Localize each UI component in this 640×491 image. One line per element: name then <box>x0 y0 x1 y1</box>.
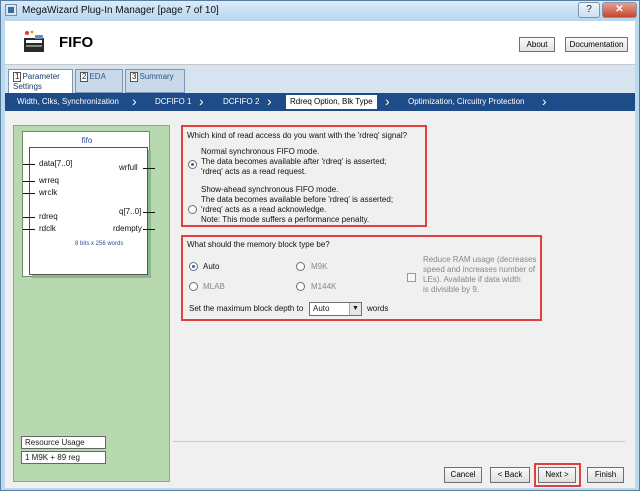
fifo-symbol: fifo data[7..0] wrreq wrclk rdreq rdclk … <box>22 131 155 278</box>
chevron-down-icon: ▼ <box>349 303 361 315</box>
tab-eda[interactable]: 2 EDA <box>75 69 123 93</box>
reduce-ram-line4: is divisible by 9. <box>423 285 480 294</box>
chevron-right-icon: › <box>542 93 547 109</box>
reduce-ram-line3: LEs). Available if data width <box>423 275 521 284</box>
memory-block-section: What should the memory block type be? Au… <box>181 235 542 321</box>
cancel-button[interactable]: Cancel <box>444 467 482 483</box>
normal-mode-line3: 'rdreq' acts as a read request. <box>201 167 307 176</box>
normal-mode-line2: The data becomes available after 'rdreq'… <box>201 157 387 166</box>
block-m9k-label: M9K <box>311 262 328 271</box>
pin-rdempty: rdempty <box>113 224 142 233</box>
block-auto-radio[interactable] <box>189 262 198 271</box>
resource-usage-label: Resource Usage <box>21 436 106 449</box>
next-button[interactable]: Next > <box>538 467 576 483</box>
show-ahead-line2: The data becomes available before 'rdreq… <box>201 195 394 204</box>
chevron-right-icon: › <box>132 93 137 109</box>
show-ahead-line4: Note: This mode suffers a performance pe… <box>201 215 370 224</box>
step-optimization[interactable]: Optimization, Circuitry Protection <box>408 93 524 111</box>
reduce-ram-line1: Reduce RAM usage (decreases <box>423 255 537 264</box>
depth-select[interactable]: Auto ▼ <box>309 302 362 316</box>
chevron-right-icon: › <box>385 93 390 109</box>
pin-rdclk: rdclk <box>39 224 56 233</box>
block-mlab-label: MLAB <box>203 282 225 291</box>
help-button[interactable]: ? <box>578 2 600 18</box>
tab-parameter-settings[interactable]: 1 Parameter Settings <box>8 69 73 94</box>
pin-q: q[7..0] <box>119 207 142 216</box>
block-m9k-radio[interactable] <box>296 262 305 271</box>
about-button[interactable]: About <box>519 37 555 52</box>
step-rdreq-option[interactable]: Rdreq Option, Blk Type <box>286 95 377 109</box>
symbol-name: fifo <box>81 136 93 145</box>
window-title: MegaWizard Plug-In Manager [page 7 of 10… <box>22 5 219 16</box>
pin-data: data[7..0] <box>39 159 73 168</box>
read-access-section: Which kind of read access do you want wi… <box>181 125 427 227</box>
fifo-icon <box>24 30 44 52</box>
page-title: FIFO <box>59 34 94 51</box>
app-icon <box>5 4 17 16</box>
normal-mode-line1: Normal synchronous FIFO mode. <box>201 147 320 156</box>
depth-unit: words <box>367 304 389 313</box>
symbol-panel: fifo data[7..0] wrreq wrclk rdreq rdclk … <box>13 125 170 482</box>
block-mlab-radio[interactable] <box>189 282 198 291</box>
read-access-question: Which kind of read access do you want wi… <box>187 131 408 140</box>
step-nav: Width, Clks, Synchronization › DCFIFO 1 … <box>5 93 635 111</box>
symbol-note: 8 bits x 256 words <box>75 241 124 247</box>
step-dcfifo-1[interactable]: DCFIFO 1 <box>155 93 191 111</box>
step-dcfifo-2[interactable]: DCFIFO 2 <box>223 93 259 111</box>
resource-usage-value: 1 M9K + 89 reg <box>21 451 106 464</box>
symbol-body: data[7..0] wrreq wrclk rdreq rdclk wrful… <box>23 147 155 275</box>
options-panel: Which kind of read access do you want wi… <box>173 115 635 488</box>
wizard-window: MegaWizard Plug-In Manager [page 7 of 10… <box>0 0 640 491</box>
client-area: FIFO About Documentation 1 Parameter Sett… <box>5 21 635 488</box>
show-ahead-line1: Show-ahead synchronous FIFO mode. <box>201 185 339 194</box>
documentation-button[interactable]: Documentation <box>565 37 628 52</box>
block-m144k-radio[interactable] <box>296 282 305 291</box>
memory-block-question: What should the memory block type be? <box>187 240 330 249</box>
show-ahead-line3: 'rdreq' acts as a read acknowledge. <box>201 205 327 214</box>
pin-wrreq: wrreq <box>39 176 60 185</box>
back-button[interactable]: < Back <box>490 467 530 483</box>
show-ahead-mode-radio[interactable] <box>188 205 197 214</box>
close-button[interactable]: ✕ <box>602 2 637 18</box>
header: FIFO About Documentation <box>5 21 635 65</box>
pin-rdreq: rdreq <box>39 212 58 221</box>
title-bar: MegaWizard Plug-In Manager [page 7 of 10… <box>1 1 639 20</box>
chevron-right-icon: › <box>199 93 204 109</box>
depth-label: Set the maximum block depth to <box>189 304 304 313</box>
block-m144k-label: M144K <box>311 282 337 291</box>
tab-summary[interactable]: 3 Summary <box>125 69 185 93</box>
block-auto-label: Auto <box>203 262 220 271</box>
finish-button[interactable]: Finish <box>587 467 624 483</box>
top-tabs: 1 Parameter Settings 2 EDA 3 Summary <box>5 65 635 94</box>
step-width-clks[interactable]: Width, Clks, Synchronization <box>17 93 119 111</box>
reduce-ram-checkbox[interactable] <box>407 273 416 282</box>
pin-wrfull: wrfull <box>119 163 138 172</box>
normal-mode-radio[interactable] <box>188 160 197 169</box>
chevron-right-icon: › <box>267 93 272 109</box>
pin-wrclk: wrclk <box>39 188 58 197</box>
footer-divider <box>173 441 625 442</box>
reduce-ram-line2: speed and increases number of <box>423 265 536 274</box>
